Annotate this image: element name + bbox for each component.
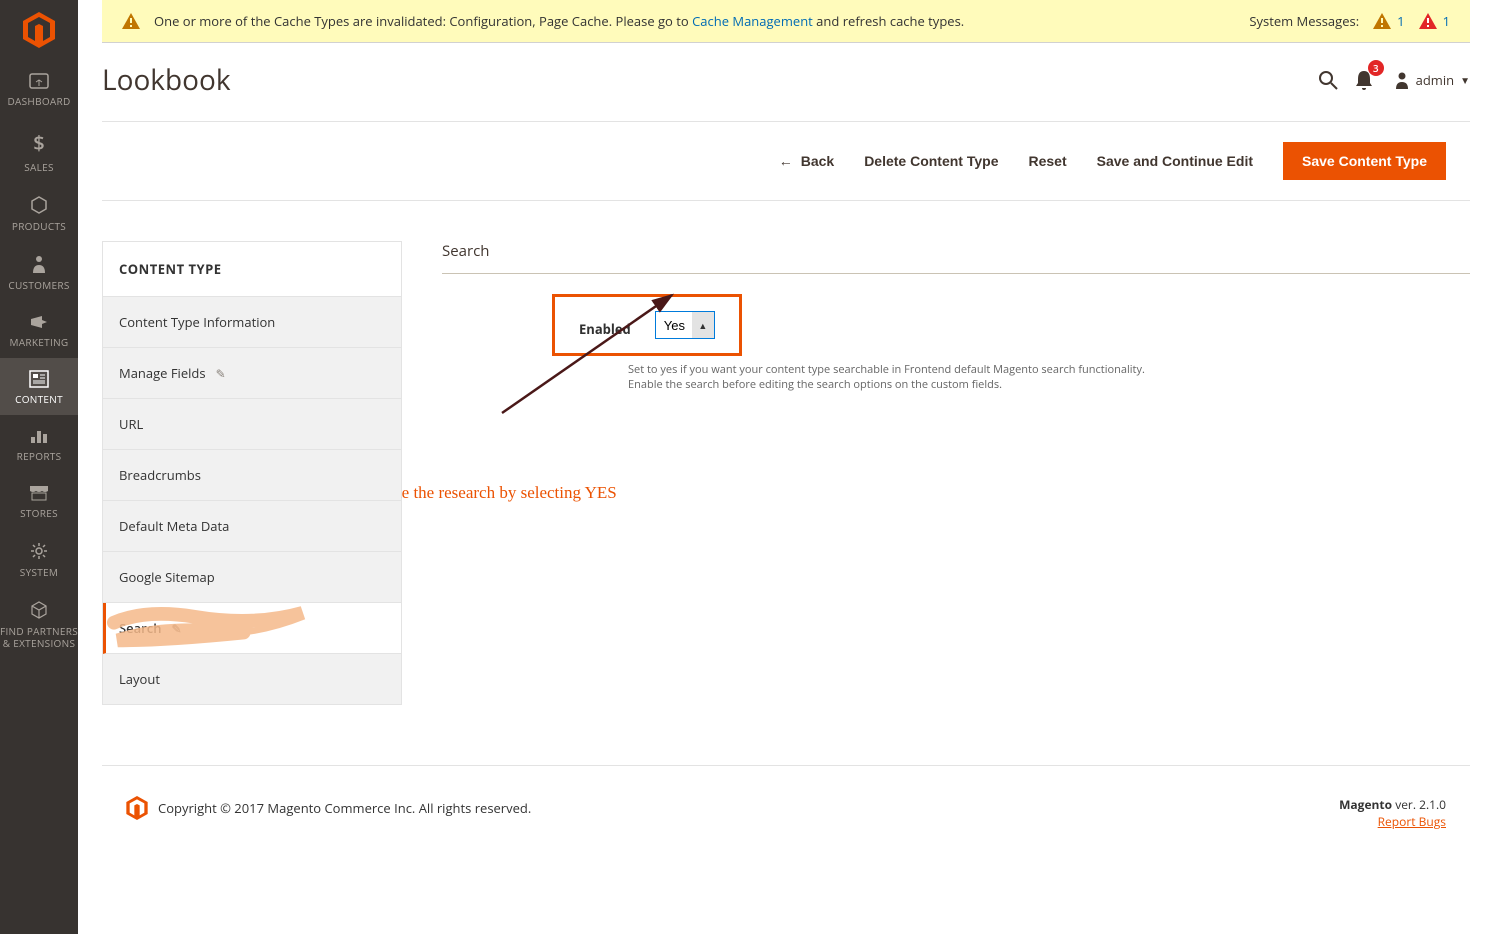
annotation-text: Enable the research by selecting YES bbox=[362, 483, 1470, 503]
tab-layout[interactable]: Layout bbox=[103, 654, 401, 704]
pencil-icon: ✎ bbox=[216, 365, 226, 382]
enabled-select[interactable]: Yes bbox=[655, 311, 715, 339]
sidebar-item-products[interactable]: PRODUCTS bbox=[0, 183, 78, 242]
account-name: admin bbox=[1416, 71, 1454, 89]
system-messages-label: System Messages: bbox=[1249, 12, 1359, 30]
section-title: Search bbox=[442, 241, 1470, 274]
user-icon bbox=[1394, 71, 1410, 89]
warning-icon bbox=[1373, 13, 1391, 29]
account-menu[interactable]: admin ▼ bbox=[1394, 71, 1470, 89]
sidebar-item-sales[interactable]: $ SALES bbox=[0, 117, 78, 183]
leftnav-title: CONTENT TYPE bbox=[103, 242, 401, 297]
chevron-down-icon: ▼ bbox=[1460, 73, 1470, 87]
tab-url[interactable]: URL bbox=[103, 399, 401, 450]
delete-button[interactable]: Delete Content Type bbox=[864, 153, 998, 169]
pencil-icon: ✎ bbox=[172, 620, 182, 637]
field-help-text: Set to yes if you want your content type… bbox=[442, 362, 1470, 393]
system-message-chip[interactable]: 1 bbox=[1373, 12, 1404, 30]
tab-search[interactable]: Search ✎ bbox=[103, 603, 401, 654]
page-actions: ← Back Delete Content Type Reset Save an… bbox=[102, 121, 1470, 201]
sidebar-item-stores[interactable]: STORES bbox=[0, 472, 78, 529]
sidebar-item-customers[interactable]: CUSTOMERS bbox=[0, 242, 78, 301]
arrow-left-icon: ← bbox=[779, 153, 793, 169]
magento-logo-icon bbox=[126, 796, 148, 820]
admin-sidebar: DASHBOARD $ SALES PRODUCTS CUSTOMERS MAR… bbox=[0, 0, 78, 934]
sidebar-item-dashboard[interactable]: DASHBOARD bbox=[0, 60, 78, 117]
page-title: Lookbook bbox=[102, 61, 1310, 99]
sidebar-item-partners[interactable]: FIND PARTNERS & EXTENSIONS bbox=[0, 588, 78, 659]
content-type-tabs: CONTENT TYPE Content Type Information Ma… bbox=[102, 241, 402, 705]
back-button[interactable]: ← Back bbox=[779, 153, 834, 169]
tab-breadcrumbs[interactable]: Breadcrumbs bbox=[103, 450, 401, 501]
magento-logo[interactable] bbox=[0, 0, 78, 60]
notifications-badge: 3 bbox=[1368, 60, 1384, 76]
tab-default-meta-data[interactable]: Default Meta Data bbox=[103, 501, 401, 552]
search-icon[interactable] bbox=[1310, 62, 1346, 98]
enabled-label: Enabled bbox=[579, 312, 631, 338]
warning-icon bbox=[1419, 13, 1437, 29]
copyright-text: Copyright © 2017 Magento Commerce Inc. A… bbox=[158, 799, 531, 817]
report-bugs-link[interactable]: Report Bugs bbox=[1378, 813, 1446, 830]
cache-management-link[interactable]: Cache Management bbox=[692, 12, 813, 30]
sidebar-item-system[interactable]: SYSTEM bbox=[0, 529, 78, 588]
system-message-bar: One or more of the Cache Types are inval… bbox=[102, 0, 1470, 43]
sidebar-item-content[interactable]: CONTENT bbox=[0, 358, 78, 415]
notifications-icon[interactable]: 3 bbox=[1346, 62, 1382, 98]
tab-google-sitemap[interactable]: Google Sitemap bbox=[103, 552, 401, 603]
sidebar-item-marketing[interactable]: MARKETING bbox=[0, 301, 78, 358]
tab-manage-fields[interactable]: Manage Fields ✎ bbox=[103, 348, 401, 399]
page-footer: Copyright © 2017 Magento Commerce Inc. A… bbox=[102, 765, 1470, 860]
save-continue-button[interactable]: Save and Continue Edit bbox=[1097, 153, 1253, 169]
annotation-box: Enabled Yes ▲ bbox=[552, 294, 742, 356]
reset-button[interactable]: Reset bbox=[1029, 153, 1067, 169]
system-message-text: One or more of the Cache Types are inval… bbox=[154, 12, 964, 30]
system-message-chip-critical[interactable]: 1 bbox=[1419, 12, 1450, 30]
sidebar-item-reports[interactable]: REPORTS bbox=[0, 415, 78, 472]
warning-icon bbox=[122, 13, 140, 29]
tab-content-type-information[interactable]: Content Type Information bbox=[103, 297, 401, 348]
save-button[interactable]: Save Content Type bbox=[1283, 142, 1446, 180]
